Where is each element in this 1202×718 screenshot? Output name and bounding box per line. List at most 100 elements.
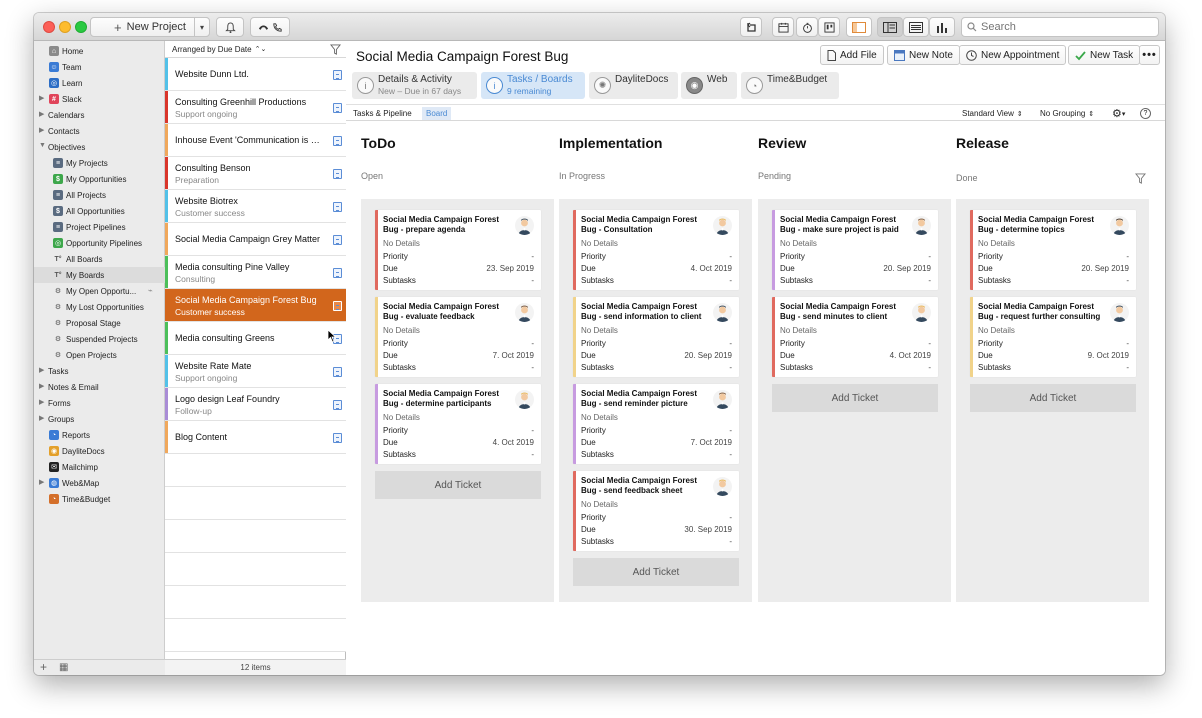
list-item[interactable]: Social Media Campaign Forest Bug Customer…: [165, 289, 346, 322]
sidebar-item-reports[interactable]: ◔ Reports: [34, 427, 165, 443]
sidebar-item-slack[interactable]: ▶ # Slack: [34, 91, 165, 107]
disclosure-closed-icon[interactable]: ▶: [39, 478, 44, 486]
list-item[interactable]: Website Biotrex Customer success: [165, 190, 346, 223]
zoom-window-button[interactable]: [75, 21, 87, 33]
list-item[interactable]: Blog Content: [165, 421, 346, 454]
sidebar-item-proposal-stage[interactable]: ⚙ Proposal Stage: [34, 315, 165, 331]
sidebar-item-my-lost-opportunities[interactable]: ⚙ My Lost Opportunities: [34, 299, 165, 315]
tab-details-activity[interactable]: i Details & Activity New – Due in 67 day…: [352, 72, 477, 99]
tab-web[interactable]: ◉ Web: [681, 72, 737, 99]
note-icon[interactable]: [333, 400, 342, 410]
note-icon[interactable]: [333, 301, 342, 311]
add-ticket-button[interactable]: Add Ticket: [970, 384, 1136, 412]
more-actions-button[interactable]: •••: [1139, 45, 1160, 65]
list-item[interactable]: Media consulting Pine Valley Consulting: [165, 256, 346, 289]
add-ticket-button[interactable]: Add Ticket: [375, 471, 541, 499]
add-file-button[interactable]: Add File: [820, 45, 884, 65]
list-sort-header[interactable]: Arranged by Due Date ⌃⌄: [165, 41, 346, 58]
note-icon[interactable]: [333, 235, 342, 245]
view-columns-button[interactable]: [877, 17, 903, 37]
sidebar-item-home[interactable]: ⌂ Home: [34, 43, 165, 59]
list-item[interactable]: Logo design Leaf Foundry Follow-up: [165, 388, 346, 421]
add-ticket-button[interactable]: Add Ticket: [573, 558, 739, 586]
list-item[interactable]: Website Dunn Ltd.: [165, 58, 346, 91]
calendar-button[interactable]: [772, 17, 794, 37]
timer-button[interactable]: [796, 17, 818, 37]
disclosure-closed-icon[interactable]: ▶: [39, 382, 44, 390]
help-button[interactable]: ?: [1136, 107, 1155, 120]
sidebar-item-my-open-opportu[interactable]: ⚙ My Open Opportu... ⌁: [34, 283, 165, 299]
sidebar-item-objectives[interactable]: ▼ Objectives: [34, 139, 165, 155]
new-project-menu-button[interactable]: ▾: [194, 17, 210, 37]
sidebar-toggle-button[interactable]: [846, 17, 872, 37]
view-chart-button[interactable]: [929, 17, 955, 37]
tab-tasks-boards[interactable]: i Tasks / Boards 9 remaining: [481, 72, 585, 99]
new-appointment-button[interactable]: New Appointment: [959, 45, 1067, 65]
table-icon[interactable]: ▦: [59, 662, 68, 673]
back-button[interactable]: [740, 17, 762, 37]
sidebar-item-my-opportunities[interactable]: $ My Opportunities: [34, 171, 165, 187]
tab-board[interactable]: Board: [422, 107, 452, 120]
task-card[interactable]: Social Media Campaign Forest Bug - send …: [573, 297, 739, 377]
sidebar-item-groups[interactable]: ▶ Groups: [34, 411, 165, 427]
filter-icon[interactable]: [1135, 173, 1146, 184]
note-icon[interactable]: [333, 433, 342, 443]
task-card[interactable]: Social Media Campaign Forest Bug - reque…: [970, 297, 1136, 377]
grouping-select[interactable]: No Grouping ⇕: [1036, 107, 1098, 120]
task-card[interactable]: Social Media Campaign Forest Bug - make …: [772, 210, 938, 290]
disclosure-closed-icon[interactable]: ▶: [39, 414, 44, 422]
board-settings-button[interactable]: ⚙ ▾: [1108, 107, 1129, 120]
sidebar-item-web-map[interactable]: ▶ ◍ Web&Map: [34, 475, 165, 491]
note-icon[interactable]: [333, 367, 342, 377]
add-ticket-button[interactable]: Add Ticket: [772, 384, 938, 412]
task-card[interactable]: Social Media Campaign Forest Bug - evalu…: [375, 297, 541, 377]
search-field[interactable]: [961, 17, 1159, 37]
sidebar-item-suspended-projects[interactable]: ⚙ Suspended Projects: [34, 331, 165, 347]
sidebar-item-time-budget[interactable]: ◔ Time&Budget: [34, 491, 165, 507]
task-card[interactable]: Social Media Campaign Forest Bug - deter…: [375, 384, 541, 464]
task-card[interactable]: Social Media Campaign Forest Bug - prepa…: [375, 210, 541, 290]
sidebar-item-all-projects[interactable]: ≡ All Projects: [34, 187, 165, 203]
note-icon[interactable]: [333, 202, 342, 212]
sidebar-item-calendars[interactable]: ▶ Calendars: [34, 107, 165, 123]
note-icon[interactable]: [333, 268, 342, 278]
sidebar-item-project-pipelines[interactable]: ≡ Project Pipelines: [34, 219, 165, 235]
disclosure-closed-icon[interactable]: ▶: [39, 110, 44, 118]
call-button[interactable]: [250, 17, 290, 37]
sidebar-item-all-boards[interactable]: T° All Boards: [34, 251, 165, 267]
boards-button[interactable]: [818, 17, 840, 37]
sidebar-item-open-projects[interactable]: ⚙ Open Projects: [34, 347, 165, 363]
notifications-button[interactable]: [216, 17, 244, 37]
tab-daylitedocs[interactable]: ✺ DayliteDocs: [589, 72, 678, 99]
disclosure-closed-icon[interactable]: ▶: [39, 398, 44, 406]
sidebar-item-forms[interactable]: ▶ Forms: [34, 395, 165, 411]
close-window-button[interactable]: [43, 21, 55, 33]
sidebar-item-tasks[interactable]: ▶ Tasks: [34, 363, 165, 379]
sidebar-item-learn[interactable]: ◎ Learn: [34, 75, 165, 91]
disclosure-closed-icon[interactable]: ▶: [39, 94, 44, 102]
tab-time-budget[interactable]: ◔ Time&Budget: [741, 72, 839, 99]
add-icon[interactable]: +: [40, 660, 47, 674]
new-task-button[interactable]: New Task: [1068, 45, 1141, 65]
sidebar-item-daylitedocs[interactable]: ◉ DayliteDocs: [34, 443, 165, 459]
sidebar-item-contacts[interactable]: ▶ Contacts: [34, 123, 165, 139]
new-project-button[interactable]: + New Project: [90, 17, 210, 37]
sidebar-item-opportunity-pipelines[interactable]: ◎ Opportunity Pipelines: [34, 235, 165, 251]
view-select[interactable]: Standard View ⇕: [958, 107, 1027, 120]
list-item[interactable]: Social Media Campaign Grey Matter: [165, 223, 346, 256]
minimize-window-button[interactable]: [59, 21, 71, 33]
task-card[interactable]: Social Media Campaign Forest Bug - send …: [772, 297, 938, 377]
list-item[interactable]: Website Rate Mate Support ongoing: [165, 355, 346, 388]
list-item[interactable]: Inhouse Event 'Communication is e...: [165, 124, 346, 157]
task-card[interactable]: Social Media Campaign Forest Bug - send …: [573, 384, 739, 464]
new-note-button[interactable]: New Note: [887, 45, 960, 65]
sidebar-item-my-projects[interactable]: ≡ My Projects: [34, 155, 165, 171]
sidebar-item-all-opportunities[interactable]: $ All Opportunities: [34, 203, 165, 219]
disclosure-open-icon[interactable]: ▼: [39, 142, 46, 149]
note-icon[interactable]: [333, 169, 342, 179]
list-item[interactable]: Consulting Greenhill Productions Support …: [165, 91, 346, 124]
search-input[interactable]: [981, 21, 1151, 33]
task-card[interactable]: Social Media Campaign Forest Bug - send …: [573, 471, 739, 551]
task-card[interactable]: Social Media Campaign Forest Bug - deter…: [970, 210, 1136, 290]
disclosure-closed-icon[interactable]: ▶: [39, 126, 44, 134]
